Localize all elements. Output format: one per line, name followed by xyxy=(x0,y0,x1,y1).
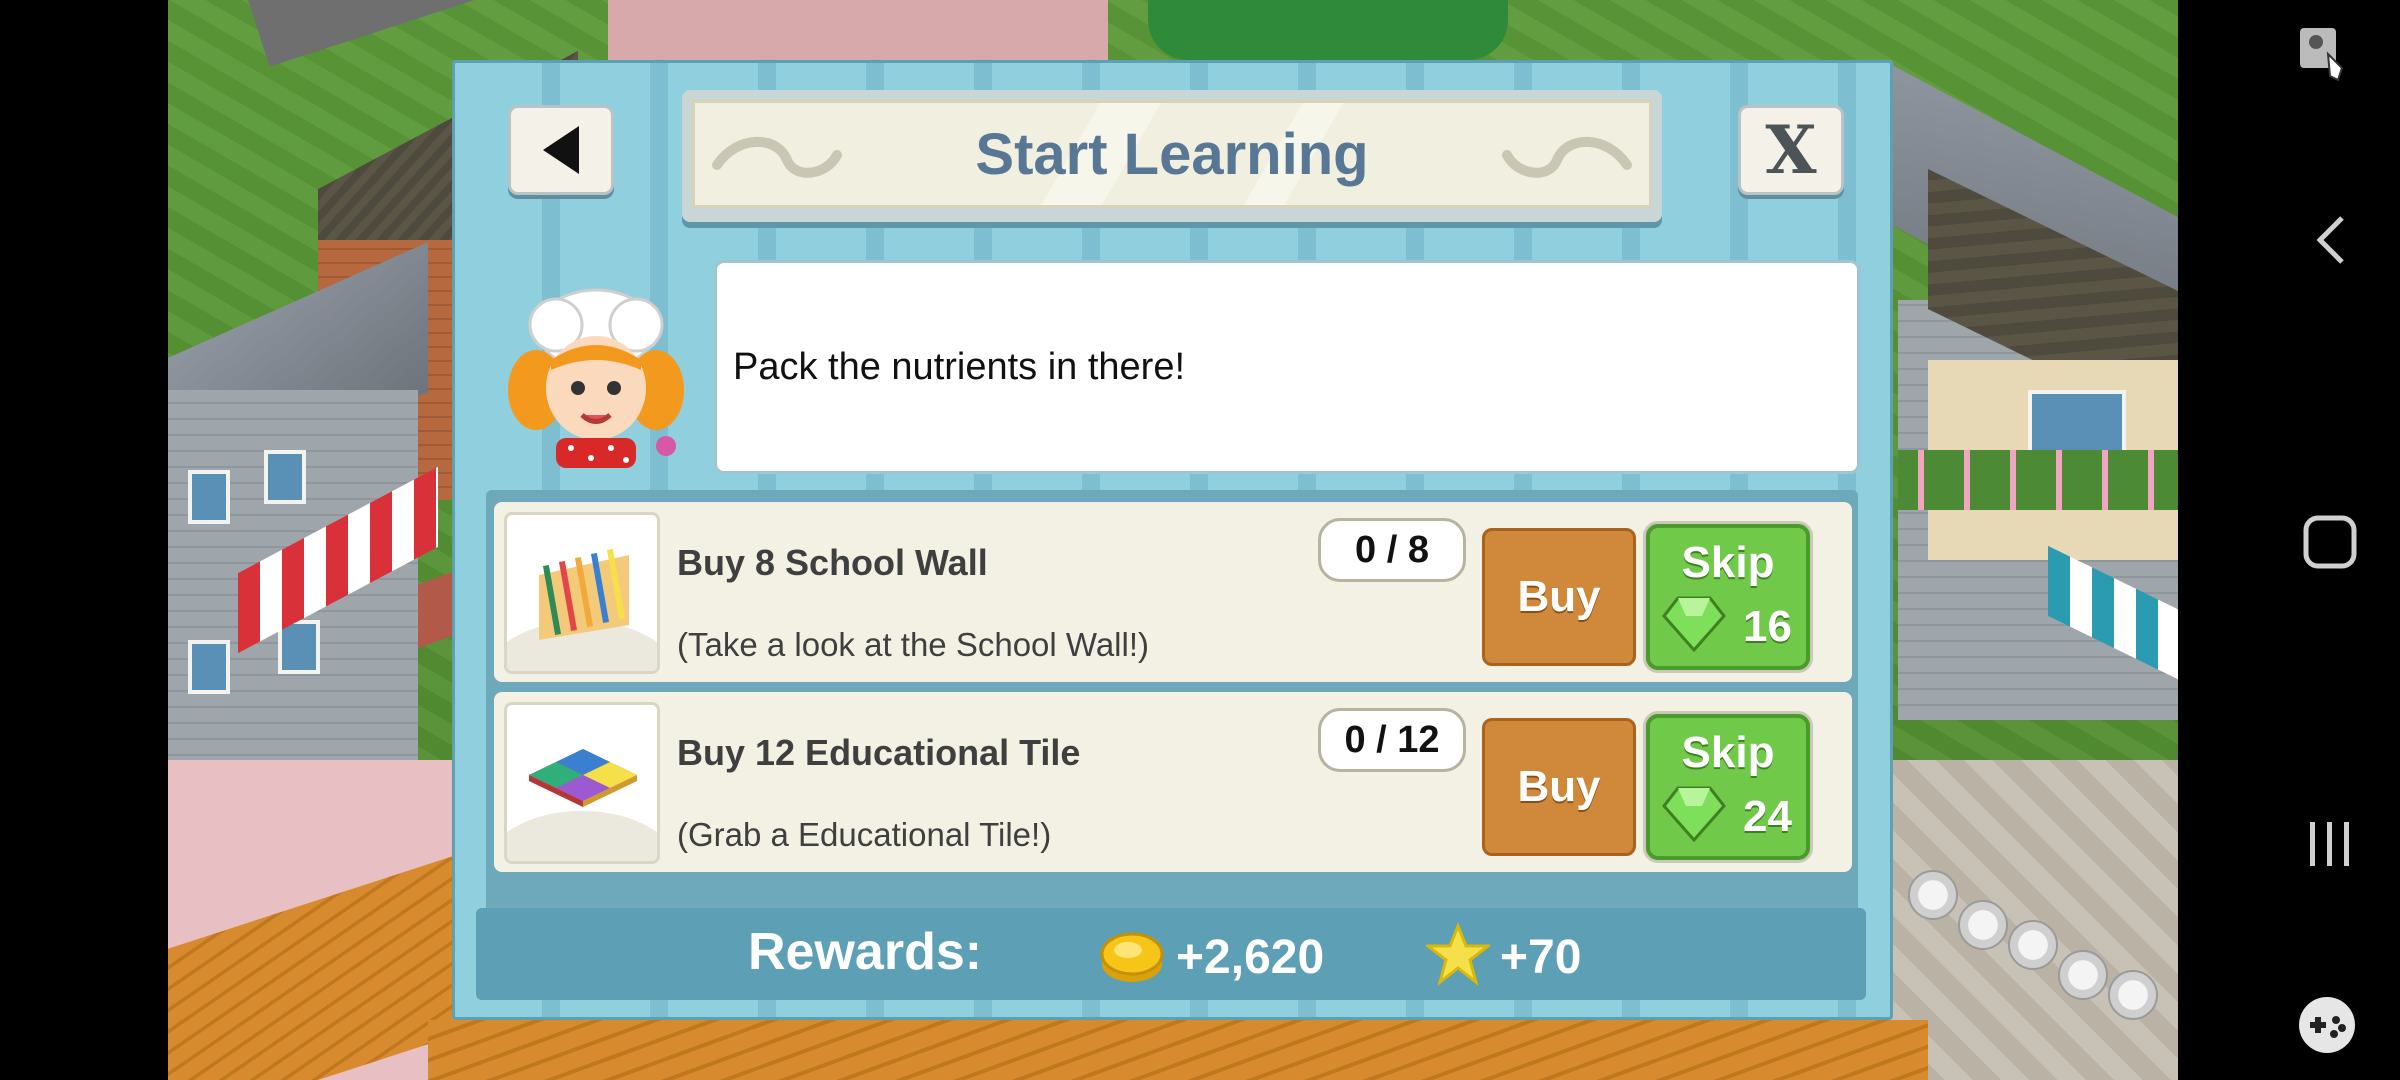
back-arrow-icon xyxy=(543,126,579,174)
star-icon xyxy=(1426,922,1490,986)
quest-dialog: Start Learning X Pack the nutrients in t… xyxy=(452,60,1893,1020)
buy-button[interactable]: Buy xyxy=(1482,718,1636,856)
close-button[interactable]: X xyxy=(1738,105,1844,195)
task-title: Buy 12 Educational Tile xyxy=(677,732,1081,773)
task-row: Buy 12 Educational Tile (Grab a Educatio… xyxy=(494,692,1852,872)
task-progress: 0 / 8 xyxy=(1318,518,1466,582)
dialog-message: Pack the nutrients in there! xyxy=(733,345,1186,388)
task-title: Buy 8 School Wall xyxy=(677,542,988,583)
school-wall-icon xyxy=(539,549,629,640)
window xyxy=(2028,390,2126,458)
skip-button[interactable]: Skip 16 xyxy=(1646,524,1810,670)
task-list: Buy 8 School Wall (Take a look at the Sc… xyxy=(486,490,1858,940)
coins-reward: +2,620 xyxy=(1176,931,1325,984)
skip-button[interactable]: Skip 24 xyxy=(1646,714,1810,860)
rewards-label: Rewards: xyxy=(748,923,983,981)
window xyxy=(264,450,306,504)
gold-coins-icon xyxy=(1100,932,1164,982)
skip-cost: 16 xyxy=(1743,602,1792,651)
task-description: (Take a look at the School Wall!) xyxy=(677,626,1149,663)
home-icon[interactable] xyxy=(2302,514,2358,570)
task-thumbnail xyxy=(504,512,660,674)
task-row: Buy 8 School Wall (Take a look at the Sc… xyxy=(494,502,1852,682)
wood-floor xyxy=(428,1020,1928,1080)
speech-bubble: Pack the nutrients in there! xyxy=(714,260,1860,474)
back-icon[interactable] xyxy=(2312,214,2348,266)
dialog-title: Start Learning xyxy=(975,121,1369,187)
system-nav-bar xyxy=(2178,0,2400,1080)
gem-icon xyxy=(1662,786,1726,842)
title-banner: Start Learning xyxy=(682,90,1662,222)
buy-button[interactable]: Buy xyxy=(1482,528,1636,666)
task-description: (Grab a Educational Tile!) xyxy=(677,816,1052,853)
building-roof xyxy=(608,0,1108,60)
window xyxy=(188,470,230,524)
task-progress: 0 / 12 xyxy=(1318,708,1466,772)
xp-reward: +70 xyxy=(1500,931,1582,984)
window xyxy=(188,640,230,694)
close-icon: X xyxy=(1765,111,1817,189)
back-button[interactable] xyxy=(508,105,614,195)
recents-icon[interactable] xyxy=(2304,818,2356,870)
title-plaque: Start Learning xyxy=(692,100,1652,208)
plate xyxy=(1908,870,1958,920)
flower-box xyxy=(1898,450,2178,510)
game-tools-icon[interactable] xyxy=(2296,994,2358,1056)
ornament-swirl-icon xyxy=(712,136,842,178)
task-thumbnail xyxy=(504,702,660,864)
plate xyxy=(2058,950,2108,1000)
accessibility-icon[interactable] xyxy=(2298,24,2350,84)
skip-label: Skip xyxy=(1681,728,1775,777)
plate xyxy=(1958,900,2008,950)
chef-avatar xyxy=(508,288,684,468)
rewards-bar: Rewards: +2,620 +70 xyxy=(476,908,1866,1000)
skip-cost: 24 xyxy=(1743,792,1792,841)
plate xyxy=(2008,920,2058,970)
ornament-swirl-icon xyxy=(1502,136,1632,178)
plate xyxy=(2108,970,2158,1020)
screen: Start Learning X Pack the nutrients in t… xyxy=(0,0,2400,1080)
tree xyxy=(1148,0,1508,60)
educational-tile-icon xyxy=(529,749,637,807)
skip-label: Skip xyxy=(1681,538,1775,587)
gem-icon xyxy=(1662,596,1726,652)
